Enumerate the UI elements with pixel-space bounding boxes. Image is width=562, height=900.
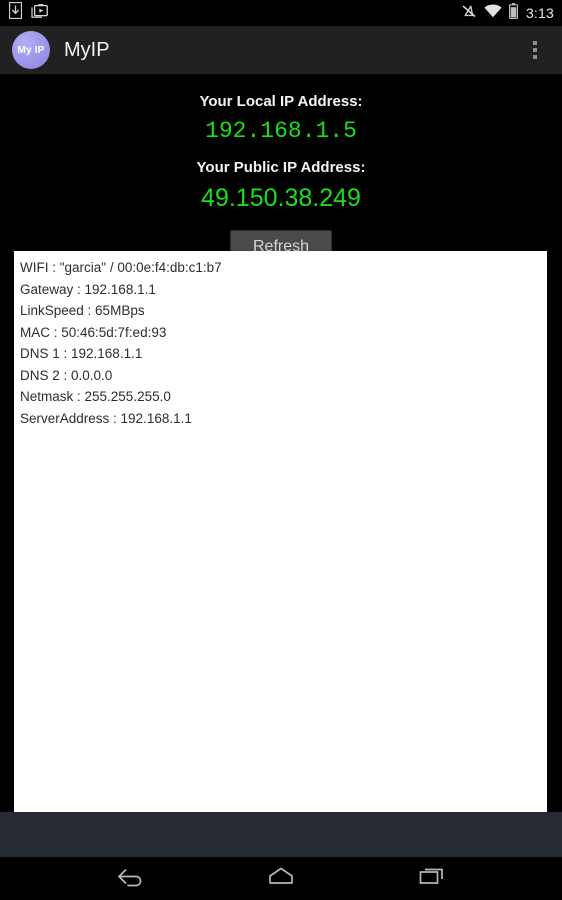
info-line: Gateway : 192.168.1.1 [20, 281, 156, 297]
screenshot-icon [31, 3, 48, 24]
recents-button[interactable] [401, 857, 463, 900]
info-line: DNS 1 : 192.168.1.1 [20, 346, 143, 361]
info-line: DNS 2 : 0.0.0.0 [20, 367, 113, 383]
network-info-panel: WIFI : "garcia" / 00:0e:f4:db:c1:b7 Gate… [14, 251, 547, 812]
recent-apps-icon [417, 865, 447, 892]
status-bar-right-icons: 3:13 [461, 2, 554, 24]
app-title: MyIP [64, 39, 110, 61]
app-logo: My IP [12, 31, 50, 69]
back-button[interactable] [99, 857, 161, 900]
app-logo-label: My IP [17, 44, 45, 56]
overflow-dot [533, 48, 537, 52]
info-line: Netmask : 255.255.255.0 [20, 389, 171, 404]
navigation-bar [0, 857, 562, 900]
info-line: ServerAddress : 192.168.1.1 [20, 410, 192, 426]
download-icon [8, 1, 23, 24]
overflow-dot [533, 55, 537, 59]
back-arrow-icon [115, 865, 145, 892]
local-ip-value: 192.168.1.5 [205, 118, 357, 144]
home-icon [266, 865, 296, 892]
info-line: WIFI : "garcia" / 00:0e:f4:db:c1:b7 [20, 260, 222, 275]
info-line: MAC : 50:46:5d:7f:ed:93 [20, 324, 167, 340]
public-ip-label: Your Public IP Address: [196, 159, 366, 176]
ringer-muted-icon [461, 3, 477, 24]
status-bar-clock: 3:13 [525, 5, 554, 21]
status-bar-left-icons [8, 1, 48, 24]
app-bar: My IP MyIP [0, 26, 562, 75]
status-bar: 3:13 [0, 0, 562, 26]
overflow-dot [533, 41, 537, 45]
battery-icon [508, 2, 518, 24]
overflow-menu-icon[interactable] [518, 28, 552, 72]
local-ip-label: Your Local IP Address: [199, 93, 363, 110]
home-button[interactable] [250, 857, 312, 900]
info-line: LinkSpeed : 65MBps [20, 303, 145, 318]
public-ip-value: 49.150.38.249 [201, 184, 361, 212]
android-screen: 3:13 My IP MyIP Your Local IP Address: 1… [0, 0, 562, 900]
wifi-icon [484, 3, 502, 23]
bottom-filler [0, 812, 562, 857]
